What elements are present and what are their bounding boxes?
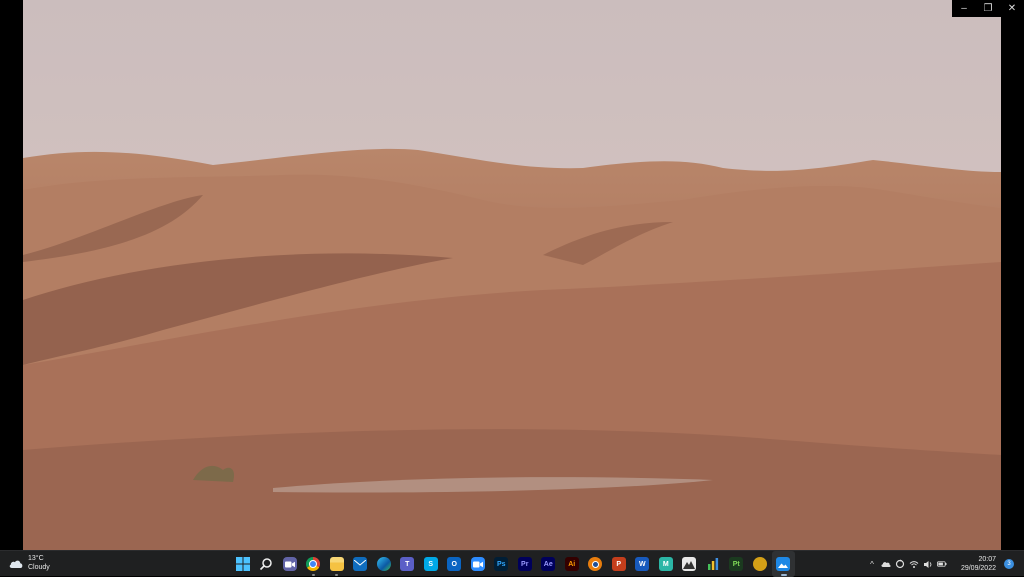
taskbar-app-teams[interactable]: T <box>396 551 420 577</box>
taskbar-app-chrome[interactable] <box>302 551 326 577</box>
clock[interactable]: 20:07 29/09/2022 <box>961 555 996 573</box>
taskbar-app-photos[interactable] <box>771 551 795 577</box>
after-effects-icon: Ae <box>541 557 556 571</box>
weather-text: 13°C Cloudy <box>28 554 50 572</box>
taskbar-app-edge[interactable] <box>372 551 396 577</box>
taskbar-app-powerpoint[interactable]: P <box>607 551 631 577</box>
taskbar-app-mail[interactable] <box>349 551 373 577</box>
taskbar-app-after-effects[interactable]: Ae <box>537 551 561 577</box>
desert-dunes-image <box>23 0 1001 550</box>
taskbar-app-search[interactable] <box>255 551 279 577</box>
taskbar: 13°C Cloudy T S O Ps Pr Ae Ai P W M Pt ^ 20:07 29/… <box>0 550 1024 577</box>
taskbar-app-blender[interactable] <box>584 551 608 577</box>
taskbar-app-app-pt[interactable]: Pt <box>725 551 749 577</box>
folder-icon <box>329 557 344 571</box>
cloud-icon <box>9 560 23 568</box>
sync-icon[interactable] <box>895 559 905 569</box>
taskbar-app-file-explorer[interactable] <box>325 551 349 577</box>
edge-icon <box>376 557 391 571</box>
clock-time: 20:07 <box>978 556 996 563</box>
premiere-pro-icon: Pr <box>517 557 532 571</box>
volume-icon[interactable] <box>923 559 933 569</box>
circle-app-icon <box>752 557 767 571</box>
blender-icon <box>588 557 603 571</box>
desert-dunes-photo <box>23 0 1001 550</box>
taskbar-apps: T S O Ps Pr Ae Ai P W M Pt <box>231 551 795 577</box>
illustrator-icon: Ai <box>564 557 579 571</box>
skype-icon: S <box>423 557 438 571</box>
taskbar-app-outlook[interactable]: O <box>443 551 467 577</box>
search-icon <box>259 557 273 571</box>
taskbar-app-skype[interactable]: S <box>419 551 443 577</box>
show-hidden-icons-chevron-icon[interactable]: ^ <box>867 559 877 569</box>
taskbar-app-app-circle[interactable] <box>748 551 772 577</box>
teams-icon: T <box>400 557 415 571</box>
close-button[interactable]: ✕ <box>1000 0 1024 17</box>
word-icon: W <box>635 557 650 571</box>
wifi-icon[interactable] <box>909 559 919 569</box>
restore-button[interactable]: ❐ <box>976 0 1000 17</box>
taskbar-app-photoshop[interactable]: Ps <box>490 551 514 577</box>
battery-icon[interactable] <box>936 559 947 569</box>
taskbar-app-premiere-pro[interactable]: Pr <box>513 551 537 577</box>
mountain-app-icon <box>682 557 697 571</box>
taskbar-app-app-mountain[interactable] <box>678 551 702 577</box>
outlook-icon: O <box>447 557 462 571</box>
minimize-button[interactable]: – <box>952 0 976 17</box>
taskbar-app-app-m[interactable]: M <box>654 551 678 577</box>
taskbar-app-chat[interactable] <box>278 551 302 577</box>
taskbar-app-word[interactable]: W <box>631 551 655 577</box>
weather-temperature: 13°C <box>28 555 44 562</box>
onedrive-icon[interactable] <box>881 559 891 569</box>
windows-start-icon <box>235 557 250 571</box>
m-app-icon: M <box>658 557 673 571</box>
powerpoint-icon: P <box>611 557 626 571</box>
photoshop-icon: Ps <box>494 557 509 571</box>
system-tray: ^ 20:07 29/09/2022 <box>867 551 996 577</box>
chart-app-icon <box>706 557 720 571</box>
photo-viewer-window: – ❐ ✕ <box>0 0 1024 550</box>
photos-icon <box>776 557 791 571</box>
zoom-icon <box>470 557 485 571</box>
mail-icon <box>353 557 368 571</box>
taskbar-app-app-chart[interactable] <box>701 551 725 577</box>
weather-condition: Cloudy <box>28 564 50 571</box>
weather-widget[interactable]: 13°C Cloudy <box>8 554 50 572</box>
taskbar-app-illustrator[interactable]: Ai <box>560 551 584 577</box>
chrome-icon <box>306 557 321 571</box>
clock-date: 29/09/2022 <box>960 565 996 572</box>
teams-chat-icon <box>282 557 297 571</box>
window-controls: – ❐ ✕ <box>952 0 1024 17</box>
pt-app-icon: Pt <box>729 557 744 571</box>
taskbar-app-zoom[interactable] <box>466 551 490 577</box>
taskbar-app-start[interactable] <box>231 551 255 577</box>
notification-badge[interactable]: 3 <box>1004 559 1014 569</box>
